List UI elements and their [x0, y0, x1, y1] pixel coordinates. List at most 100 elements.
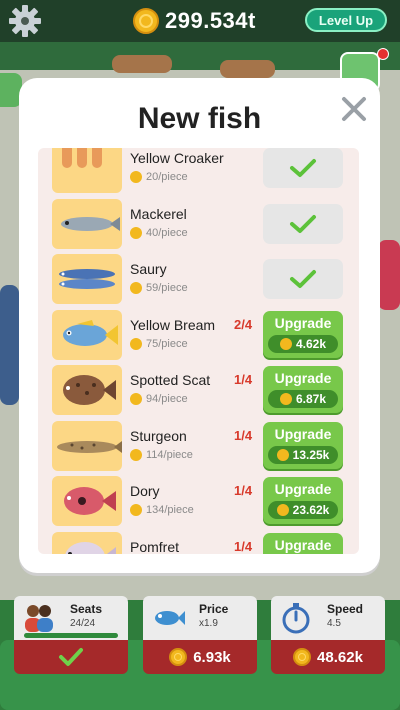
fish-row: Sturgeon 114/piece 1/4 Upgrade 13.25k	[38, 418, 359, 473]
fish-price-value: 94/piece	[146, 393, 188, 405]
upgrade-label: Upgrade	[274, 481, 332, 497]
fish-price: 94/piece	[130, 393, 188, 405]
currency-display: 299.534t	[133, 6, 256, 36]
fish-name: Spotted Scat	[130, 372, 211, 388]
fish-price-value: 20/piece	[146, 171, 188, 183]
mackerel-fish-icon	[52, 198, 122, 249]
upgrade-cost: 23.62k	[268, 501, 338, 519]
close-icon[interactable]	[339, 94, 369, 124]
price-multiplier: x1.9	[199, 618, 218, 629]
coin-icon	[279, 337, 292, 350]
upgrade-cost: 13.25k	[268, 445, 338, 464]
fish-price: 20/piece	[130, 171, 188, 183]
fish-list[interactable]: Yellow Croaker 20/piece Mackerel 40/piece Sa…	[38, 148, 359, 554]
coin-icon	[130, 504, 142, 516]
level-up-button[interactable]: Level Up	[305, 8, 387, 32]
upgrade-cost-value: 4.62k	[295, 336, 327, 351]
coin-icon	[130, 448, 142, 461]
speed-panel[interactable]: Speed 4.5 48.62k	[271, 596, 385, 674]
coin-icon	[130, 393, 142, 405]
fish-row: Saury 59/piece	[38, 251, 359, 306]
seats-panel[interactable]: Seats 24/24	[14, 596, 128, 674]
seats-title: Seats	[70, 602, 103, 616]
upgrade-cost: 6.87k	[268, 390, 338, 408]
speed-title: Speed	[327, 602, 364, 616]
sturgeon-fish-icon	[52, 420, 122, 471]
notification-badge	[377, 48, 389, 60]
upgrade-label: Upgrade	[274, 314, 332, 331]
price-card: Price x1.9	[143, 596, 257, 640]
upgrade-label: Upgrade	[274, 536, 332, 553]
fish-name: Pomfret	[130, 538, 180, 555]
seats-progress-bar	[24, 633, 118, 638]
coin-icon	[279, 393, 292, 405]
fish-price: 59/piece	[130, 282, 188, 294]
fish-name: Sturgeon	[130, 427, 187, 444]
croaker-fish-icon	[52, 148, 122, 193]
seats-card: Seats 24/24	[14, 596, 128, 640]
checkmark-icon	[290, 159, 316, 177]
fish-count: 1/4	[234, 427, 253, 443]
fish-name: Dory	[130, 483, 160, 499]
upgrade-button[interactable]: Upgrade 13.25k	[263, 421, 343, 469]
fish-name: Mackerel	[130, 205, 187, 222]
scene-bench-right	[220, 60, 275, 78]
upgrade-label: Upgrade	[274, 425, 332, 442]
price-panel[interactable]: Price x1.9 6.93k	[143, 596, 257, 674]
fish-count: 2/4	[234, 316, 253, 332]
currency-value: 299.534t	[165, 8, 256, 33]
fish-price-value: 75/piece	[146, 337, 188, 350]
scene-bench-left	[112, 55, 172, 73]
coin-icon	[130, 226, 142, 239]
scene-wall-left	[0, 285, 19, 405]
scat-fish-icon	[52, 365, 122, 415]
coin-icon	[130, 282, 142, 294]
owned-check	[263, 148, 343, 188]
people-icon	[25, 605, 53, 632]
fish-row: Yellow Croaker 20/piece	[38, 148, 359, 195]
fish-count: 1/4	[234, 372, 253, 387]
price-upgrade-button[interactable]: 6.93k	[143, 640, 257, 674]
fish-price: 40/piece	[130, 226, 188, 239]
coin-icon	[130, 337, 142, 350]
saury-fish-icon	[52, 254, 122, 304]
speed-upgrade-cost: 48.62k	[317, 648, 363, 666]
coin-icon	[169, 648, 188, 666]
fish-row: Spotted Scat 94/piece 1/4 Upgrade 6.87k	[38, 362, 359, 417]
fish-row: Mackerel 40/piece	[38, 196, 359, 251]
upgrade-button[interactable]: Upgrade37.24k	[263, 532, 343, 554]
fish-price: 114/piece	[130, 448, 193, 461]
speed-value: 4.5	[327, 618, 341, 629]
fish-price-value: 59/piece	[146, 282, 188, 294]
upgrade-label: Upgrade	[274, 370, 332, 386]
dory-fish-icon	[52, 476, 122, 526]
top-bar: 299.534t Level Up	[0, 0, 400, 42]
fish-price-value: 40/piece	[146, 226, 188, 239]
speed-card: Speed 4.5	[271, 596, 385, 640]
coin-icon	[276, 504, 289, 516]
checkmark-icon	[290, 270, 316, 288]
price-upgrade-cost: 6.93k	[193, 648, 231, 666]
upgrade-button[interactable]: Upgrade 23.62k	[263, 477, 343, 524]
upgrade-button[interactable]: Upgrade 4.62k	[263, 310, 343, 358]
checkmark-icon	[59, 648, 83, 666]
fish-row: Dory 134/piece 1/4 Upgrade 23.62k	[38, 473, 359, 528]
seats-count: 24/24	[70, 618, 96, 629]
pomfret-fish-icon	[52, 531, 122, 554]
fish-row: Pomfret154/piece1/4Upgrade37.24k	[38, 529, 359, 555]
fish-price: 134/piece	[130, 504, 194, 516]
owned-check	[263, 259, 343, 299]
upgrade-button[interactable]: Upgrade 6.87k	[263, 366, 343, 413]
gear-icon[interactable]	[8, 4, 42, 38]
coin-icon	[133, 8, 159, 34]
coin-icon	[276, 448, 289, 461]
speed-upgrade-button[interactable]: 48.62k	[271, 640, 385, 674]
fish-name: Yellow Croaker	[130, 150, 224, 166]
fish-count: 1/4	[234, 483, 253, 498]
fish-count: 1/4	[234, 538, 253, 554]
owned-check	[263, 203, 343, 244]
seats-maxed[interactable]	[14, 640, 128, 674]
new-fish-dialog: New fish Yellow Croaker 20/piece Mackerel 4…	[19, 78, 380, 573]
upgrade-cost-value: 13.25k	[292, 447, 330, 462]
coin-icon	[130, 171, 142, 183]
